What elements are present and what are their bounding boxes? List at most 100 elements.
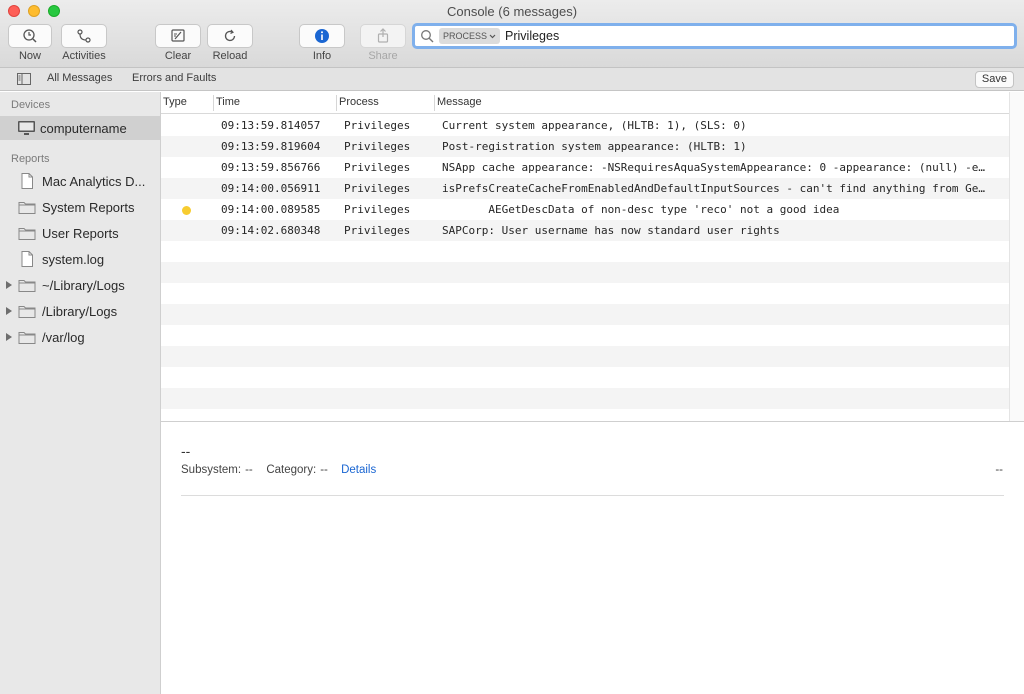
- sidebar-item-system-reports[interactable]: System Reports: [0, 195, 160, 219]
- cell-time: 09:14:00.056911: [221, 182, 321, 195]
- window-title: Console (6 messages): [446, 4, 578, 19]
- message-table: Type Time Process Message 09:13:59.81405…: [161, 92, 1024, 421]
- devices-header: Devices: [11, 99, 51, 111]
- table-row[interactable]: 09:14:02.680348 Privileges SAPCorp: User u…: [161, 220, 1009, 241]
- cell-message: Post-registration system appearance: (HL…: [442, 140, 747, 153]
- detail-separator: [181, 495, 1004, 496]
- all-messages-filter[interactable]: All Messages: [47, 72, 112, 84]
- cell-process: Privileges: [344, 182, 411, 195]
- sidebar-item-label: /Library/Logs: [42, 303, 118, 319]
- cell-process: Privileges: [344, 224, 411, 237]
- now-label: Now: [18, 50, 41, 62]
- errors-and-faults-filter[interactable]: Errors and Faults: [132, 72, 216, 84]
- table-row-empty: [161, 346, 1009, 367]
- table-row[interactable]: 09:13:59.814057 Privileges Current system …: [161, 115, 1009, 136]
- cell-process: Privileges: [344, 140, 411, 153]
- clear-button[interactable]: [155, 24, 201, 48]
- folder-icon: [18, 202, 36, 214]
- table-rows: 09:13:59.814057 Privileges Current system …: [161, 115, 1009, 409]
- column-header-process[interactable]: Process: [339, 96, 379, 108]
- subsystem-value: --: [245, 464, 253, 476]
- table-row-empty: [161, 388, 1009, 409]
- clear-label: Clear: [164, 50, 192, 62]
- chevron-down-icon: [489, 34, 496, 38]
- sidebar-item-system-log[interactable]: system.log: [0, 247, 160, 271]
- cell-process: Privileges: [344, 119, 411, 132]
- cell-message: isPrefsCreateCacheFromEnabledAndDefaultI…: [442, 182, 986, 195]
- table-row-empty: [161, 367, 1009, 388]
- folder-icon: [18, 306, 36, 318]
- disclosure-triangle-icon[interactable]: [6, 307, 12, 315]
- cell-time: 09:14:02.680348: [221, 224, 321, 237]
- cell-message: Current system appearance, (HLTB: 1), (S…: [442, 119, 747, 132]
- now-icon: [23, 29, 37, 43]
- filter-bar: All Messages Errors and Faults Save: [0, 68, 1024, 91]
- column-header-time[interactable]: Time: [216, 96, 240, 108]
- folder-icon: [18, 228, 36, 240]
- sidebar-toggle-icon[interactable]: [17, 73, 31, 85]
- reload-icon: [224, 29, 236, 42]
- search-field[interactable]: PROCESS Privileges: [412, 23, 1017, 49]
- category-label: Category:: [266, 464, 317, 476]
- column-separator[interactable]: [336, 95, 337, 111]
- cell-process: Privileges: [344, 203, 411, 216]
- sidebar-item-library-logs[interactable]: /Library/Logs: [0, 299, 160, 323]
- computer-icon: [18, 121, 35, 135]
- column-header-message[interactable]: Message: [437, 96, 482, 108]
- save-button[interactable]: Save: [974, 71, 1014, 88]
- folder-icon: [18, 332, 36, 344]
- table-row-empty: [161, 262, 1009, 283]
- info-button[interactable]: [299, 24, 345, 48]
- share-button[interactable]: [360, 24, 406, 48]
- sidebar-item-user-library-logs[interactable]: ~/Library/Logs: [0, 273, 160, 297]
- table-row-empty: [161, 283, 1009, 304]
- info-icon: [315, 29, 329, 43]
- sidebar-item-var-log[interactable]: /var/log: [0, 325, 160, 349]
- sidebar-item-user-reports[interactable]: User Reports: [0, 221, 160, 245]
- column-separator[interactable]: [434, 95, 435, 111]
- table-row[interactable]: 09:14:00.056911 Privileges isPrefsCreateCa…: [161, 178, 1009, 199]
- subsystem-label: Subsystem:: [181, 464, 242, 476]
- share-label: Share: [368, 50, 398, 62]
- reload-button[interactable]: [207, 24, 253, 48]
- column-separator[interactable]: [213, 95, 214, 111]
- sidebar-item-label: System Reports: [42, 199, 135, 215]
- share-icon: [377, 28, 389, 43]
- disclosure-triangle-icon[interactable]: [6, 333, 12, 341]
- vertical-scrollbar[interactable]: [1009, 92, 1024, 421]
- sidebar-item-device[interactable]: computername: [0, 116, 160, 140]
- table-header: Type Time Process Message: [161, 92, 1009, 114]
- detail-pane: -- Subsystem: -- Category: -- Details --: [161, 422, 1024, 694]
- table-row-empty: [161, 241, 1009, 262]
- detail-right-value: --: [995, 464, 1003, 476]
- cell-process: Privileges: [344, 161, 411, 174]
- reports-header: Reports: [11, 153, 50, 165]
- sidebar-item-mac-analytics[interactable]: Mac Analytics D...: [0, 169, 160, 193]
- folder-icon: [18, 280, 36, 292]
- table-row[interactable]: 09:13:59.819604 Privileges Post-registrati…: [161, 136, 1009, 157]
- sidebar-item-label: computername: [40, 120, 127, 136]
- activities-icon: [77, 29, 91, 43]
- clear-icon: [171, 29, 185, 42]
- table-row-empty: [161, 325, 1009, 346]
- cell-message: SAPCorp: User username has now standard …: [442, 224, 780, 237]
- column-header-type[interactable]: Type: [163, 96, 187, 108]
- info-label: Info: [312, 50, 332, 62]
- activities-label: Activities: [62, 50, 106, 62]
- activities-button[interactable]: [61, 24, 107, 48]
- search-input[interactable]: Privileges: [505, 29, 559, 43]
- now-button[interactable]: [8, 24, 52, 48]
- sidebar-item-label: Mac Analytics D...: [42, 173, 146, 189]
- table-row-empty: [161, 304, 1009, 325]
- table-row[interactable]: 09:14:00.089585 Privileges AEGetDescData …: [161, 199, 1009, 220]
- disclosure-triangle-icon[interactable]: [6, 281, 12, 289]
- search-icon: [421, 30, 434, 43]
- cell-time: 09:13:59.856766: [221, 161, 321, 174]
- table-row[interactable]: 09:13:59.856766 Privileges NSApp cache app…: [161, 157, 1009, 178]
- details-link[interactable]: Details: [341, 464, 376, 476]
- search-token[interactable]: PROCESS: [439, 28, 501, 44]
- cell-message: NSApp cache appearance: -NSRequiresAquaS…: [442, 161, 986, 174]
- cell-message: AEGetDescData of non-desc type 'reco' no…: [442, 203, 840, 216]
- sidebar-item-label: system.log: [42, 251, 105, 267]
- sidebar-item-label: User Reports: [42, 225, 119, 241]
